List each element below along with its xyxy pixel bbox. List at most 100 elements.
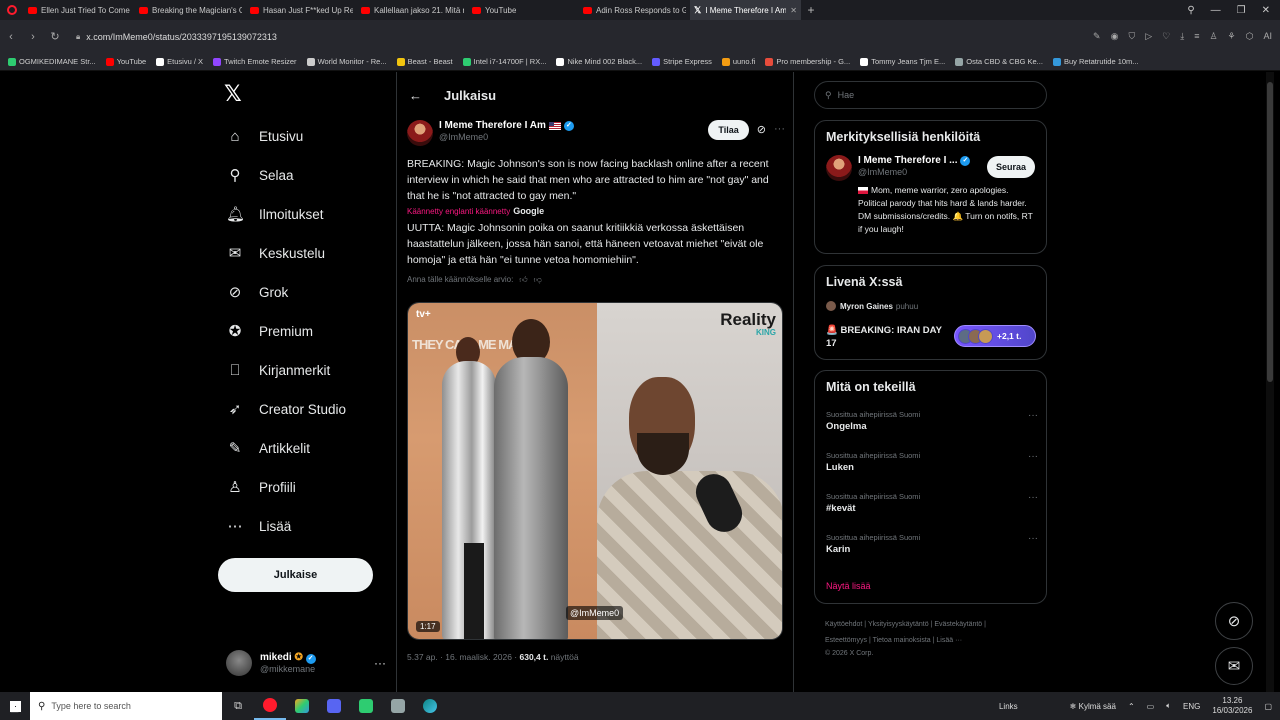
bookmark-item[interactable]: Buy Retatrutide 10m... (1052, 57, 1139, 66)
live-host-row[interactable]: Myron Gaines puhuu (815, 289, 1046, 311)
bookmark-item[interactable]: OGMIKEDIMANE Str... (8, 57, 96, 66)
browser-tab[interactable]: YouTube (468, 0, 579, 20)
more-icon[interactable]: ··· (1028, 533, 1038, 544)
chat-taskbar-icon[interactable] (350, 692, 382, 720)
clock[interactable]: 13.26 16/03/2026 (1212, 696, 1252, 716)
ai-icon[interactable]: AI (1263, 31, 1272, 42)
more-icon[interactable]: ··· (774, 123, 785, 135)
translated-by-link[interactable]: Käännetty englanti käännetty (407, 207, 510, 216)
bookmark-item[interactable]: Osta CBD & CBG Ke... (955, 57, 1043, 66)
bookmark-item[interactable]: Tommy Jeans Tjm E... (860, 57, 945, 66)
bookmark-item[interactable]: Beast - Beast (396, 57, 453, 66)
opera-logo-icon[interactable] (0, 0, 24, 20)
close-tab-icon[interactable]: ✕ (790, 6, 797, 15)
browser-tab[interactable]: Hasan Just F**ked Up Rea (246, 0, 357, 20)
search-input[interactable] (837, 90, 1018, 100)
menu-icon[interactable]: ≡ (1194, 31, 1199, 42)
tweet-date[interactable]: 16. maalisk. 2026 (445, 652, 512, 662)
search-tabs-icon[interactable]: ⚲ (1187, 5, 1194, 16)
subscribe-button[interactable]: Tilaa (708, 120, 749, 140)
discord-taskbar-icon[interactable] (318, 692, 350, 720)
nav-item-profiili[interactable]: ♙ Profiili (226, 475, 296, 499)
close-window-button[interactable]: ✕ (1262, 5, 1270, 16)
relevant-user-handle[interactable]: @ImMeme0 (858, 167, 987, 177)
x-logo-icon[interactable]: 𝕏 (224, 82, 242, 107)
nav-item-artikkelit[interactable]: ✎ Artikkelit (226, 436, 310, 460)
url-field[interactable]: x.com/ImMeme0/status/2033397195139072313 (86, 32, 277, 42)
search-box[interactable]: ⚲ (814, 81, 1047, 109)
trend-item[interactable]: Suosittua aihepiirissä Suomi Luken ··· (826, 451, 1038, 473)
maximize-button[interactable]: ❐ (1237, 5, 1246, 16)
play-icon[interactable]: ▷ (1145, 31, 1152, 42)
account-switcher[interactable]: mikedi ✪ ✓ @mikkemane ··· (226, 648, 386, 678)
forward-icon[interactable]: › (22, 31, 44, 43)
taskbar-search-input[interactable] (51, 701, 202, 711)
chevron-up-icon[interactable]: ⌃ (1128, 702, 1135, 711)
lock-icon[interactable]: 🔒︎ (76, 32, 80, 42)
trend-item[interactable]: Suosittua aihepiirissä Suomi Karin ··· (826, 533, 1038, 555)
minimize-button[interactable]: — (1211, 5, 1221, 16)
edit-icon[interactable]: ✎ (1093, 31, 1101, 42)
more-icon[interactable]: ··· (1028, 492, 1038, 503)
relevant-user-name[interactable]: I Meme Therefore I ... ✓ (858, 155, 987, 166)
nav-item-creator-studio[interactable]: ➶ Creator Studio (226, 397, 346, 421)
nav-item-kirjanmerkit[interactable]: ⎕ Kirjanmerkit (226, 358, 330, 382)
extension-icon[interactable]: ⚘ (1228, 31, 1236, 42)
bookmark-item[interactable]: uuno.fi (721, 57, 755, 66)
bookmark-item[interactable]: Stripe Express (652, 57, 712, 66)
back-arrow-icon[interactable]: ← (409, 88, 422, 103)
taskbar-search[interactable]: ⚲ (30, 692, 222, 720)
browser-tab[interactable]: 𝕏I Meme Therefore I Am on✕ (690, 0, 801, 20)
cube-icon[interactable]: ⬡ (1246, 31, 1254, 42)
more-icon[interactable]: ··· (374, 656, 386, 670)
weather-widget[interactable]: ❄ Kylmä sää (1070, 702, 1116, 711)
thumbs-up-icon[interactable]: 👍︎ (519, 275, 527, 285)
trend-item[interactable]: Suosittua aihepiirissä Suomi #kevät ··· (826, 492, 1038, 514)
browser-tab[interactable]: Kallellaan jakso 21. Mitä n (357, 0, 468, 20)
browser-tab[interactable]: Breaking the Magician's C (135, 0, 246, 20)
nav-item-grok[interactable]: ⊘ Grok (226, 280, 289, 304)
language-indicator[interactable]: ENG (1183, 702, 1200, 711)
author-name[interactable]: I Meme Therefore I Am ✓ (439, 120, 574, 131)
grok-icon[interactable]: ⊘ (757, 123, 766, 136)
relevant-user[interactable]: I Meme Therefore I ... ✓ @ImMeme0 Seuraa (815, 144, 1046, 181)
bookmark-item[interactable]: YouTube (105, 57, 146, 66)
author-handle[interactable]: @ImMeme0 (439, 132, 574, 142)
bookmark-item[interactable]: Nike Mind 002 Black... (556, 57, 642, 66)
nav-item-ilmoitukset[interactable]: 🔔︎ Ilmoitukset (226, 202, 324, 226)
follow-button[interactable]: Seuraa (986, 156, 1035, 178)
post-button[interactable]: Julkaise (218, 558, 373, 592)
nav-item-lisää[interactable]: ⋯ Lisää (226, 514, 292, 538)
grok-fab-icon[interactable]: ⊘ (1215, 602, 1253, 640)
nav-item-selaa[interactable]: ⚲ Selaa (226, 163, 294, 187)
volume-icon[interactable]: 🔈︎ (1166, 701, 1171, 711)
camera-icon[interactable]: ◉ (1111, 31, 1119, 42)
back-icon[interactable]: ‹ (0, 31, 22, 43)
windows-start-icon[interactable]: ⊞ (0, 692, 30, 720)
avatar[interactable] (826, 155, 852, 181)
nav-item-keskustelu[interactable]: ✉ Keskustelu (226, 241, 325, 265)
footer-line-1[interactable]: Käyttöehdot | Yksityisyyskäytäntö | Eväs… (825, 617, 1040, 633)
bookmark-item[interactable]: Etusivu / X (156, 57, 203, 66)
notification-icon[interactable]: ▢ (1264, 702, 1272, 711)
bookmark-item[interactable]: Pro membership - G... (765, 57, 850, 66)
nav-item-etusivu[interactable]: ⌂ Etusivu (226, 124, 303, 148)
new-tab-button[interactable]: + (801, 3, 821, 17)
trend-item[interactable]: Suosittua aihepiirissä Suomi Ongelma ··· (826, 410, 1038, 432)
live-listeners-pill[interactable]: +2,1 t. (954, 325, 1036, 347)
shield-taskbar-icon[interactable] (382, 692, 414, 720)
nav-item-premium[interactable]: ✪ Premium (226, 319, 313, 343)
show-more-link[interactable]: Näytä lisää (826, 581, 871, 591)
app-taskbar-icon[interactable] (286, 692, 318, 720)
more-icon[interactable]: ··· (1028, 451, 1038, 462)
bookmark-item[interactable]: Intel i7-14700F | RX... (462, 57, 546, 66)
opera-taskbar-icon[interactable] (254, 692, 286, 720)
live-space-title[interactable]: 🚨 BREAKING: IRAN DAY 17 (826, 324, 951, 350)
messages-fab-icon[interactable]: ✉ (1215, 647, 1253, 685)
network-icon[interactable]: ▭ (1147, 702, 1155, 711)
footer-line-2[interactable]: Esteettömyys | Tietoa mainoksista | Lisä… (825, 633, 1040, 649)
links-toolbar[interactable]: Links (999, 702, 1018, 711)
scrollbar-thumb[interactable] (1267, 82, 1273, 382)
account-icon[interactable]: ♙ (1209, 31, 1217, 42)
browser-tab[interactable]: Adin Ross Responds to Gy (579, 0, 690, 20)
